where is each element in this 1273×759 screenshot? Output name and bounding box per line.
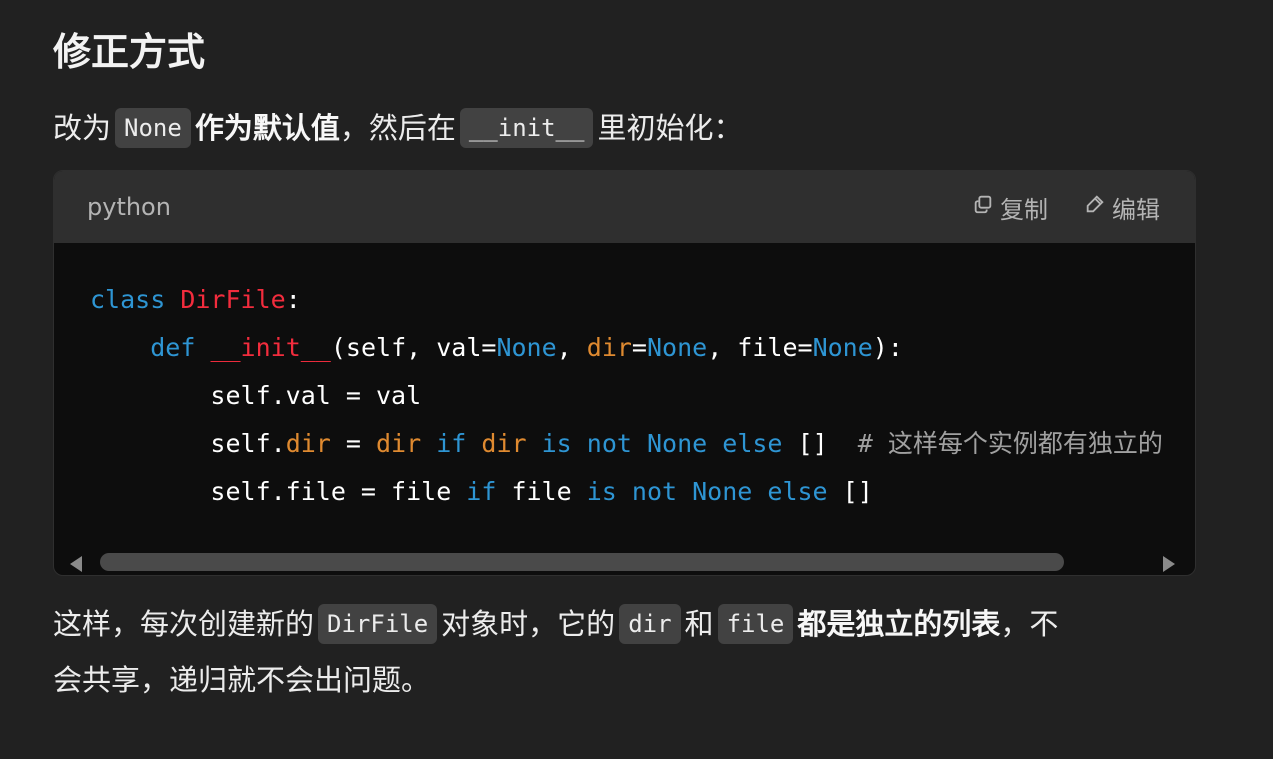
code-line-4: self.dir = dir if dir is not None else [… xyxy=(90,420,1163,468)
code-header: python 复制 编辑 xyxy=(54,171,1195,243)
scrollbar-thumb[interactable] xyxy=(100,553,1064,571)
code-token: file xyxy=(496,477,587,506)
explanation-paragraph-cont: 会共享，递归就不会出问题。 xyxy=(53,663,431,697)
code-token: dir xyxy=(285,429,331,458)
keyword-class: class xyxy=(90,285,166,314)
intro-bold-text: 作为默认值 xyxy=(194,111,340,145)
function-name: __init__ xyxy=(210,333,331,362)
code-token: None xyxy=(812,333,873,362)
explain-text-1: 这样，每次创建新的 xyxy=(53,607,315,641)
scroll-left-arrow-icon[interactable] xyxy=(70,556,82,572)
code-token: ): xyxy=(872,333,903,362)
inline-code-file: file xyxy=(717,604,794,644)
inline-code-dir: dir xyxy=(619,604,681,644)
code-content: class DirFile: def __init__(self, val=No… xyxy=(90,276,1163,516)
code-comment: # 这样每个实例都有独立的 xyxy=(857,429,1163,458)
code-token: dir xyxy=(586,333,632,362)
code-token: is xyxy=(541,429,572,458)
inline-code-dirfile: DirFile xyxy=(318,604,438,644)
explain-bold-text: 都是独立的列表 xyxy=(797,607,1001,641)
code-token: [] xyxy=(827,477,873,506)
code-token: else xyxy=(767,477,828,506)
code-token: None xyxy=(496,333,557,362)
horizontal-scrollbar[interactable] xyxy=(54,548,1195,575)
intro-paragraph: 改为 None 作为默认值，然后在 __init__ 里初始化： xyxy=(53,108,742,148)
code-token: None xyxy=(646,333,708,362)
code-token: if xyxy=(436,429,467,458)
code-token: is xyxy=(586,477,617,506)
code-token: self. xyxy=(210,429,286,458)
code-line-5: self.file = file if file is not None els… xyxy=(90,468,1163,516)
explanation-paragraph: 这样，每次创建新的 DirFile 对象时，它的 dir 和 file 都是独立的列表，不 xyxy=(53,604,1058,644)
explain-text-3: 和 xyxy=(684,607,714,641)
section-heading: 修正方式 xyxy=(53,30,206,74)
pencil-icon xyxy=(1084,193,1106,221)
edit-button[interactable]: 编辑 xyxy=(1084,191,1160,224)
code-token: self.file = file xyxy=(210,477,467,506)
scroll-right-arrow-icon[interactable] xyxy=(1163,556,1175,572)
class-name: DirFile xyxy=(180,285,286,314)
code-token: , xyxy=(556,333,587,362)
inline-code-none: None xyxy=(115,108,191,148)
code-token: (self, val= xyxy=(330,333,497,362)
code-token: [] xyxy=(797,429,828,458)
intro-text-1: 改为 xyxy=(53,111,112,145)
code-language-label: python xyxy=(87,193,171,221)
code-token: self.val = val xyxy=(210,381,422,410)
code-token: dir xyxy=(481,429,527,458)
code-token: : xyxy=(285,285,301,314)
code-token: = xyxy=(631,333,647,362)
intro-text-3: 里初始化： xyxy=(597,111,743,145)
code-token: else xyxy=(722,429,783,458)
code-token: None xyxy=(647,429,708,458)
copy-icon xyxy=(972,193,994,221)
copy-label: 复制 xyxy=(1000,195,1048,224)
code-token: not xyxy=(631,477,678,506)
code-token: , file= xyxy=(707,333,813,362)
chat-message: 修正方式 改为 None 作为默认值，然后在 __init__ 里初始化： python… xyxy=(0,0,1273,759)
code-line-3: self.val = val xyxy=(90,372,1163,420)
code-line-2: def __init__(self, val=None, dir=None, f… xyxy=(90,324,1163,372)
code-token: dir xyxy=(376,429,422,458)
explain-text-4: ，不 xyxy=(1000,607,1059,641)
keyword-def: def xyxy=(150,333,196,362)
code-token: if xyxy=(466,477,497,506)
intro-text-2: ，然后在 xyxy=(339,111,456,145)
edit-label: 编辑 xyxy=(1112,195,1160,224)
code-token: = xyxy=(330,429,376,458)
copy-button[interactable]: 复制 xyxy=(972,191,1048,224)
code-block: python 复制 编辑 class DirFile: def __init__… xyxy=(53,170,1196,576)
inline-code-init: __init__ xyxy=(459,108,594,148)
code-token: not xyxy=(586,429,632,458)
code-line-1: class DirFile: xyxy=(90,276,1163,324)
code-token: None xyxy=(692,477,753,506)
explain-text-2: 对象时，它的 xyxy=(441,607,616,641)
